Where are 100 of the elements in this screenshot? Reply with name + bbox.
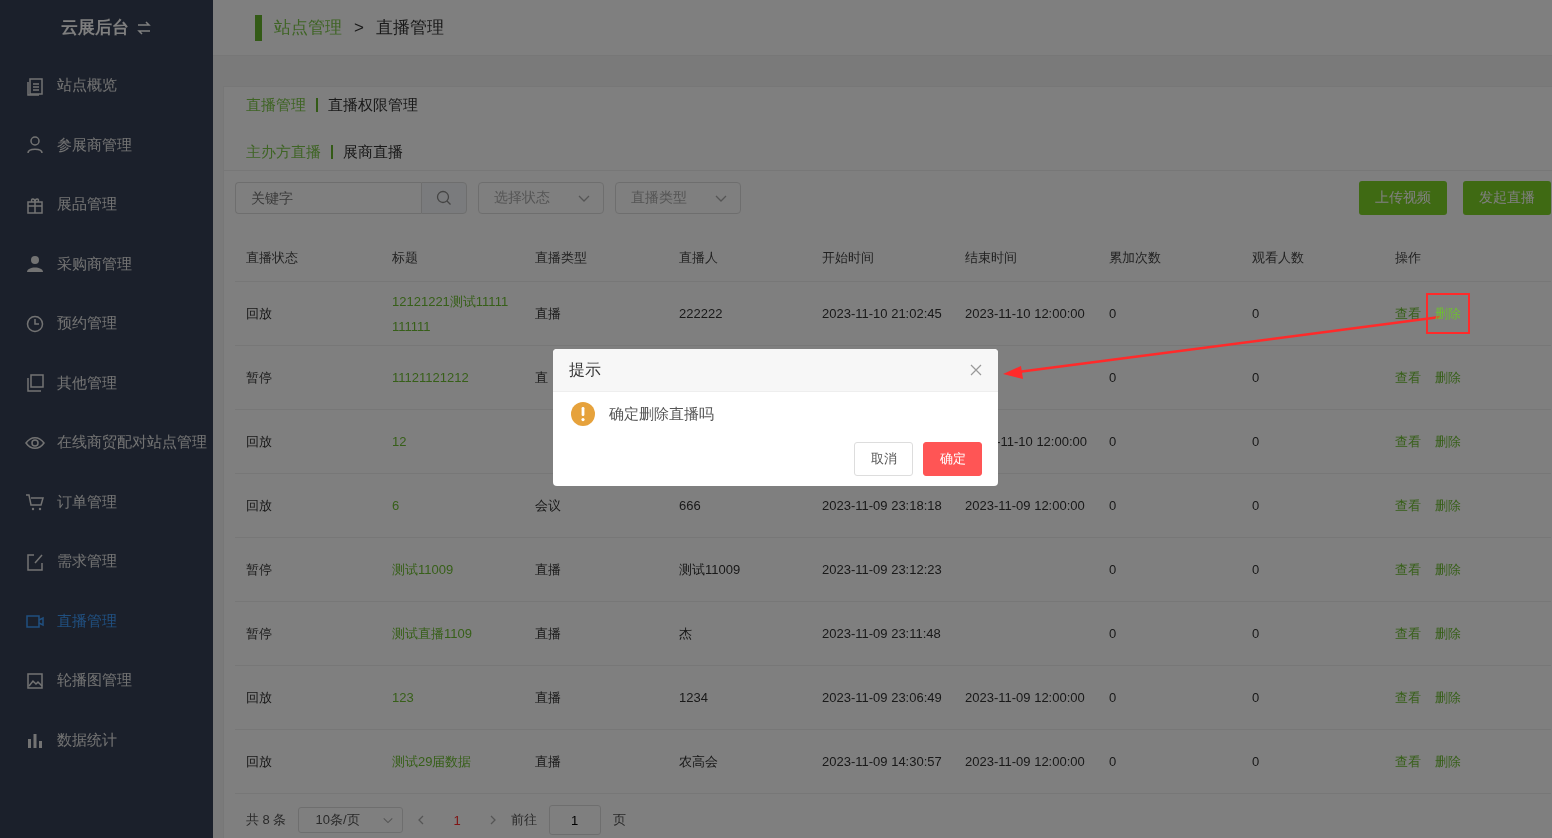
sidebar-item[interactable]: 数据统计 [0, 710, 213, 770]
table-cell-text: 暂停 [246, 625, 272, 643]
view-link[interactable]: 查看 [1395, 621, 1421, 646]
page-input[interactable]: 1 [548, 805, 601, 835]
table-cell-text: 0 [1252, 561, 1260, 579]
table-cell-text: 0 [1252, 433, 1260, 451]
table-cell-text: 暂停 [246, 561, 272, 579]
page-size-select[interactable]: 10条/页 [298, 807, 404, 833]
table-cell-text: 0 [1109, 625, 1117, 643]
delete-link[interactable]: 删除 [1435, 749, 1461, 774]
sidebar-item[interactable]: 站点概览 [0, 56, 213, 116]
title-link[interactable]: 6 [392, 493, 400, 518]
confirm-button[interactable]: 确定 [923, 442, 982, 476]
column-header: 直播状态 [235, 235, 381, 282]
sidebar-item[interactable]: 需求管理 [0, 532, 213, 592]
title-link[interactable]: 测试11009 [392, 557, 454, 582]
breadcrumb-item[interactable]: 站点管理 [274, 16, 342, 39]
delete-link[interactable]: 删除 [1435, 429, 1461, 454]
table-cell-text: 2023-11-10 12:00:00 [965, 305, 1085, 323]
view-link[interactable]: 查看 [1395, 365, 1421, 390]
column-header: 直播类型 [524, 235, 668, 282]
sidebar-item[interactable]: 其他管理 [0, 353, 213, 413]
delete-link[interactable]: 删除 [1435, 685, 1461, 710]
sidebar-item[interactable]: 展品管理 [0, 175, 213, 235]
table-cell-text: 杰 [679, 625, 692, 643]
table-cell-text: -11-10 12:00:00 [996, 433, 1087, 451]
table-cell-text: 农高会 [679, 753, 718, 771]
view-link[interactable]: 查看 [1395, 749, 1421, 774]
action-button[interactable]: 发起直播 [1463, 181, 1551, 215]
view-link[interactable]: 查看 [1395, 685, 1421, 710]
title-link[interactable]: 测试29届数据 [392, 749, 472, 774]
search-button[interactable] [421, 182, 467, 214]
cancel-button[interactable]: 取消 [854, 442, 913, 476]
table-cell-text: 0 [1252, 497, 1260, 515]
sidebar-item[interactable]: 订单管理 [0, 472, 213, 532]
search-field[interactable]: 关键字 [235, 182, 421, 214]
search-icon[interactable] [436, 190, 452, 206]
sidebar-item[interactable]: 轮播图管理 [0, 651, 213, 711]
page-number[interactable]: 1 [439, 812, 475, 828]
table-cell-text: 2023-11-10 21:02:45 [822, 305, 942, 323]
title-link[interactable]: 11121121212 [392, 365, 469, 390]
sidebar-item[interactable]: 直播管理 [0, 591, 213, 651]
sidebar-item[interactable]: 预约管理 [0, 294, 213, 354]
view-link[interactable]: 查看 [1395, 493, 1421, 518]
delete-link[interactable]: 删除 [1426, 293, 1470, 334]
table-cell-text: 直播 [535, 561, 561, 579]
tab[interactable]: 直播管理 [246, 95, 306, 115]
delete-link[interactable]: 删除 [1435, 621, 1461, 646]
edit-icon [25, 551, 45, 572]
table-cell-text: 直播 [535, 305, 561, 323]
delete-link[interactable]: 删除 [1435, 493, 1461, 518]
app-title: 云展后台 [60, 17, 129, 39]
accent-bar [255, 14, 262, 41]
dialog-message: 确定删除直播吗 [609, 404, 714, 424]
table-cell-text: 直播 [535, 753, 561, 771]
tab[interactable]: 主办方直播 [246, 142, 321, 162]
title-link[interactable]: 12121221测试11111111111 [392, 288, 513, 339]
table-cell-text: 2023-11-09 23:06:49 [822, 689, 942, 707]
title-link[interactable]: 测试直播1109 [392, 621, 472, 646]
action-button[interactable]: 上传视频 [1359, 181, 1447, 215]
table-cell-text: 2023-11-09 12:00:00 [965, 497, 1085, 515]
column-header: 结束时间 [954, 235, 1098, 282]
column-header: 直播人 [668, 235, 811, 282]
sidebar-item[interactable]: 在线商贸配对站点管理 [0, 413, 213, 473]
table-cell-text: 2023-11-09 23:11:48 [822, 625, 941, 643]
breadcrumb-item: 直播管理 [375, 17, 444, 39]
tab[interactable]: 直播权限管理 [328, 95, 418, 115]
view-link[interactable]: 查看 [1395, 301, 1421, 326]
table-cell-text: 2023-11-09 23:18:18 [822, 497, 942, 515]
sidebar-item[interactable]: 采购商管理 [0, 234, 213, 294]
view-link[interactable]: 查看 [1395, 557, 1421, 582]
goto-label: 前往 [510, 811, 537, 829]
table-cell-text: 0 [1252, 369, 1260, 387]
table-cell-text: 0 [1252, 753, 1260, 771]
title-link[interactable]: 123 [392, 685, 414, 710]
table-cell-text: 666 [679, 497, 701, 515]
table-cell-text: 会议 [535, 497, 561, 515]
table-cell-text: 回放 [246, 497, 272, 515]
delete-link[interactable]: 删除 [1435, 365, 1461, 390]
table-cell-text: 回放 [246, 433, 272, 451]
sidebar-item[interactable]: 参展商管理 [0, 115, 213, 175]
column-header: 累加次数 [1098, 235, 1241, 282]
title-link[interactable]: 12 [392, 429, 407, 454]
person-icon [25, 254, 45, 275]
warning-icon [571, 402, 595, 426]
delete-link[interactable]: 删除 [1435, 557, 1461, 582]
column-header: 观看人数 [1241, 235, 1384, 282]
table-cell-text: 2023-11-09 12:00:00 [965, 753, 1085, 771]
view-link[interactable]: 查看 [1395, 429, 1421, 454]
switch-icon[interactable] [134, 18, 153, 37]
tab[interactable]: 展商直播 [343, 142, 403, 162]
table-cell-text: 0 [1109, 689, 1117, 707]
table-cell-text: 1234 [679, 689, 708, 707]
dialog-title: 提示 [569, 359, 601, 380]
table-cell-text: 直播 [535, 625, 561, 643]
table-cell-text: 0 [1109, 753, 1117, 771]
close-icon[interactable] [970, 364, 982, 376]
table-cell-text: 回放 [246, 753, 272, 771]
table-cell-text: 2023-11-09 23:12:23 [822, 561, 942, 579]
copy-icon [25, 373, 45, 394]
